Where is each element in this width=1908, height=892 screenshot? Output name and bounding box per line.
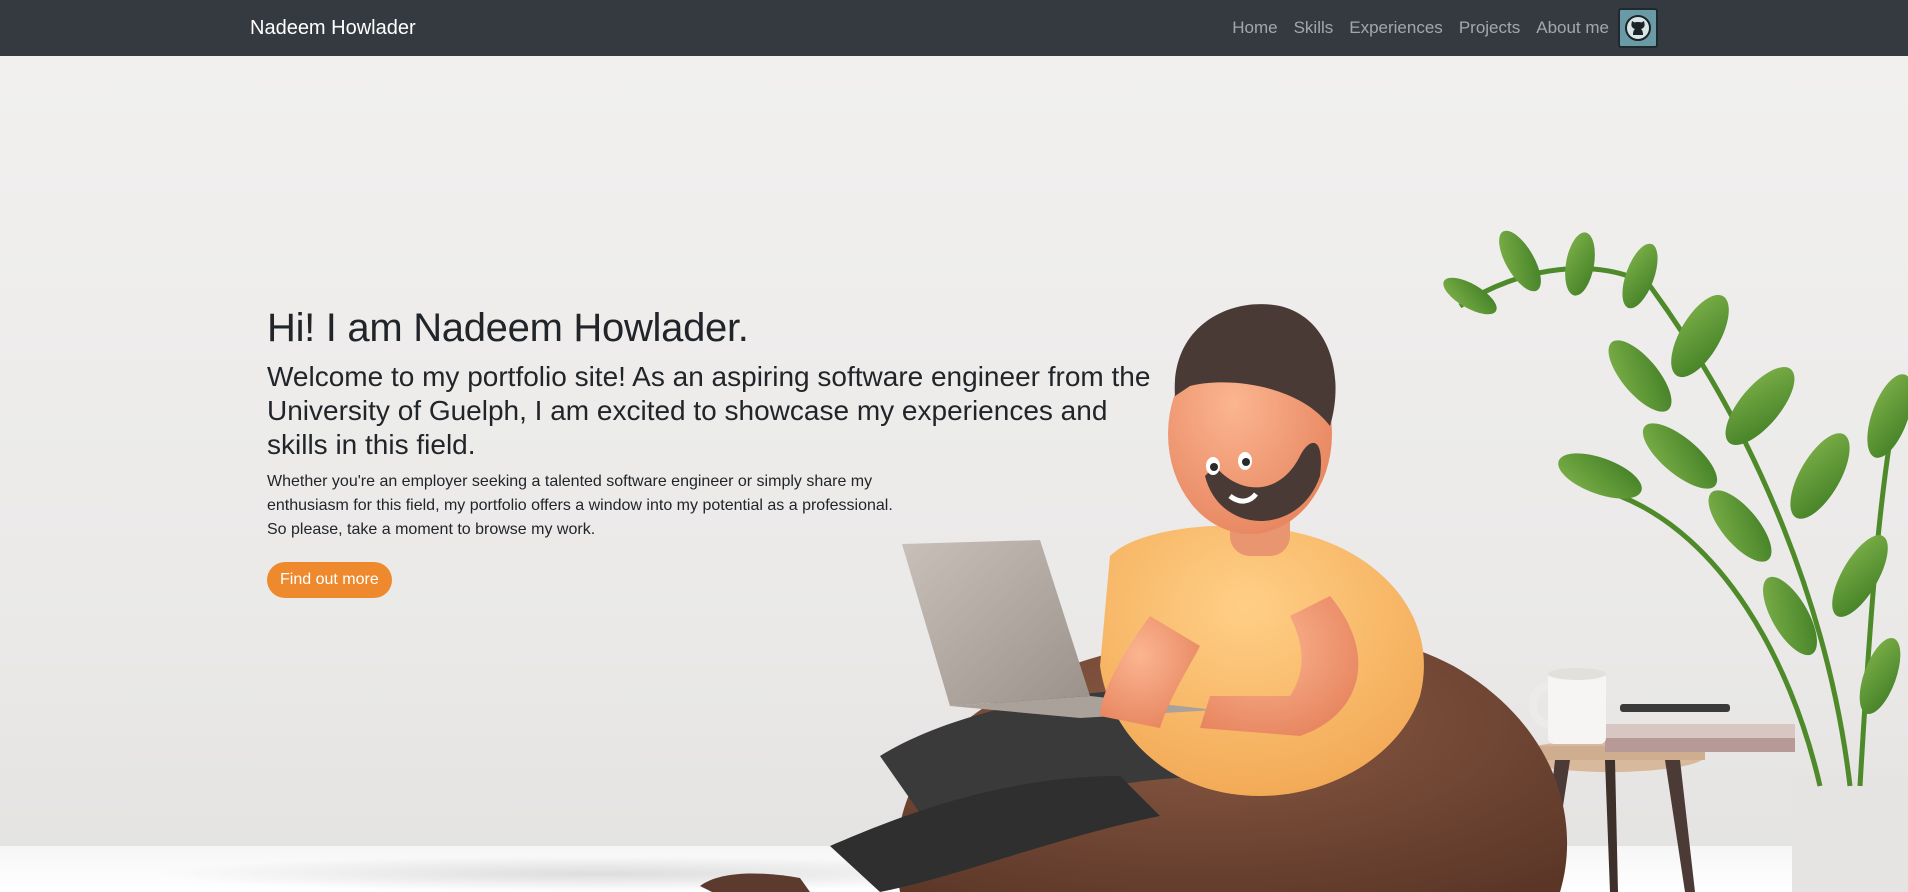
nav-link-experiences[interactable]: Experiences <box>1349 18 1443 38</box>
github-button[interactable] <box>1618 8 1658 48</box>
nav-link-skills[interactable]: Skills <box>1294 18 1334 38</box>
hero-body: Whether you're an employer seeking a tal… <box>267 470 927 542</box>
book <box>1605 738 1795 752</box>
hero-title: Hi! I am Nadeem Howlader. <box>267 306 749 350</box>
hero-section: Hi! I am Nadeem Howlader. Welcome to my … <box>0 56 1908 892</box>
book <box>1600 724 1795 738</box>
hero-body-line: enthusiasm for this field, my portfolio … <box>267 497 893 514</box>
hero-text: Hi! I am Nadeem Howlader. Welcome to my … <box>267 304 1167 598</box>
github-icon <box>1625 15 1651 41</box>
nav-link-about[interactable]: About me <box>1536 18 1609 38</box>
hero-body-line: Whether you're an employer seeking a tal… <box>267 473 873 490</box>
find-out-more-button[interactable]: Find out more <box>267 562 392 598</box>
nav-link-home[interactable]: Home <box>1232 18 1277 38</box>
brand-link[interactable]: Nadeem Howlader <box>250 0 416 56</box>
mug <box>1529 668 1606 744</box>
navbar: Nadeem Howlader Home Skills Experiences … <box>0 0 1908 56</box>
hero-subtitle: Welcome to my portfolio site! As an aspi… <box>267 361 1151 460</box>
nav-link-projects[interactable]: Projects <box>1459 18 1520 38</box>
hero-body-line: So please, take a moment to browse my wo… <box>267 521 596 538</box>
plant-pot <box>1792 776 1908 892</box>
phone <box>1620 704 1730 712</box>
shoe <box>700 873 810 892</box>
nav-links: Home Skills Experiences Projects About m… <box>1216 0 1658 56</box>
plant-leaves <box>1443 230 1908 714</box>
